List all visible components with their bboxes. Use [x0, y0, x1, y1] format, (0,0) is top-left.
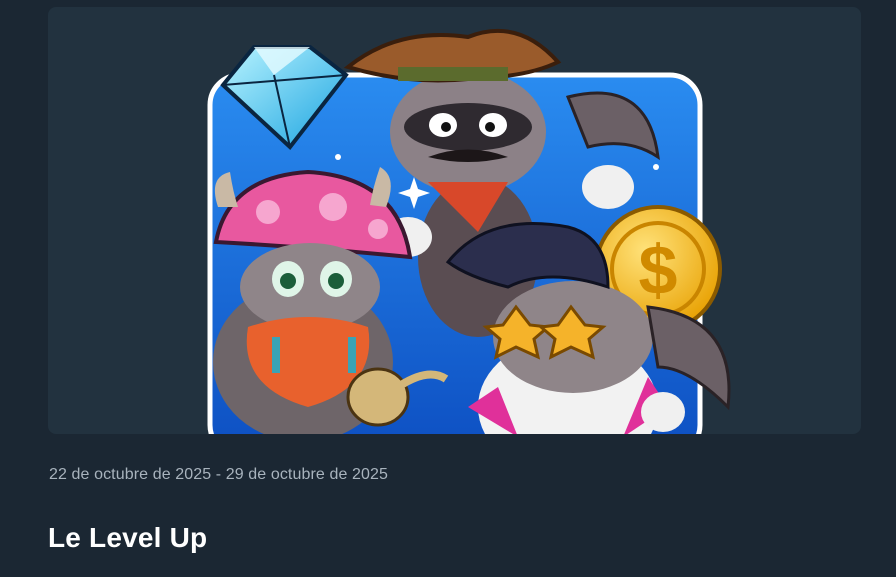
- event-banner[interactable]: $: [48, 7, 861, 434]
- event-date-range: 22 de octubre de 2025 - 29 de octubre de…: [49, 466, 388, 483]
- event-page: $ 22 de octubre de 2025 - 29 de octubre …: [0, 0, 896, 577]
- svg-text:$: $: [639, 231, 678, 309]
- event-title[interactable]: Le Level Up: [48, 522, 207, 554]
- event-banner-image: $: [207, 28, 731, 434]
